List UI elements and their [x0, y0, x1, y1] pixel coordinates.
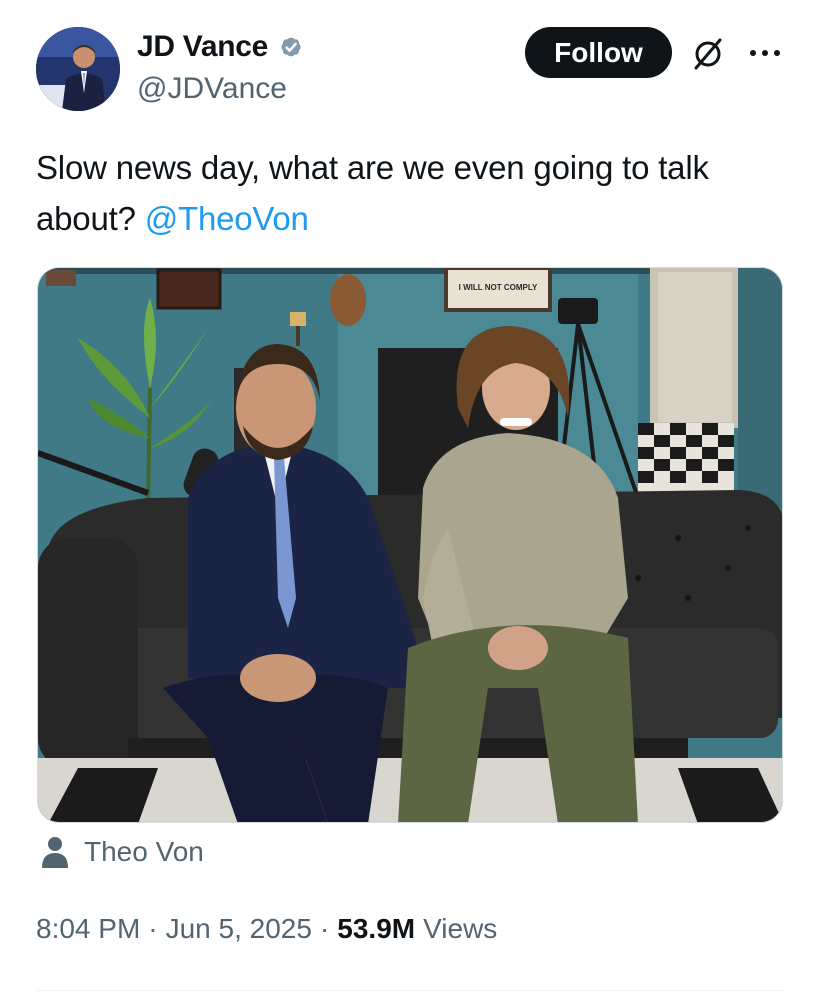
- tweet-meta: 8:04 PM · Jun 5, 2025 · 53.9M Views: [36, 913, 497, 945]
- photo-image: I WILL NOT COMPLY: [38, 268, 782, 822]
- verified-badge-icon[interactable]: [276, 32, 306, 62]
- checker-floor: [638, 423, 734, 493]
- avatar-image: [36, 27, 120, 111]
- views-count[interactable]: 53.9M: [337, 913, 415, 945]
- divider: [36, 990, 784, 991]
- person-icon: [42, 837, 68, 868]
- author-display-name[interactable]: JD Vance: [137, 30, 268, 64]
- author-handle[interactable]: @JDVance: [137, 72, 287, 106]
- tagged-person-name[interactable]: Theo Von: [84, 836, 204, 868]
- tweet-date[interactable]: Jun 5, 2025: [166, 913, 312, 945]
- tweet-text: Slow news day, what are we even going to…: [36, 142, 766, 244]
- tagged-people[interactable]: Theo Von: [40, 836, 204, 868]
- author-name-row: JD Vance: [137, 30, 306, 64]
- meta-separator-2: ·: [319, 913, 330, 944]
- more-options-icon[interactable]: [748, 46, 782, 60]
- follow-button[interactable]: Follow: [525, 27, 672, 78]
- mention-link[interactable]: @TheoVon: [145, 200, 309, 237]
- grok-icon[interactable]: [690, 36, 726, 72]
- tweet-body: Slow news day, what are we even going to…: [36, 149, 709, 237]
- tweet-time[interactable]: 8:04 PM: [36, 913, 140, 945]
- views-label: Views: [423, 913, 498, 944]
- meta-separator: ·: [148, 913, 158, 944]
- author-avatar[interactable]: [36, 27, 120, 111]
- tweet-photo[interactable]: I WILL NOT COMPLY: [37, 267, 783, 823]
- wall-sign-text: I WILL NOT COMPLY: [459, 283, 538, 292]
